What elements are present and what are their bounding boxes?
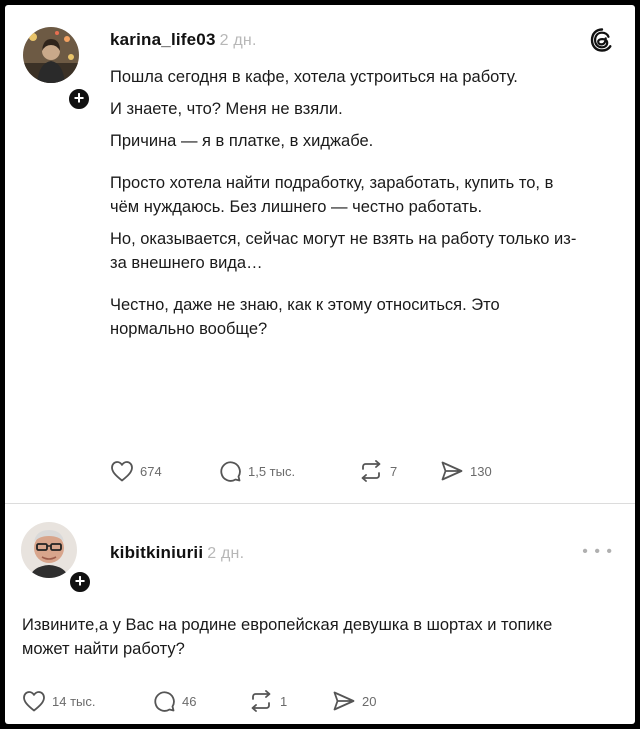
username-text[interactable]: karina_life03: [110, 30, 216, 49]
reply-paragraph: Извините,а у Вас на родине европейская д…: [22, 616, 553, 658]
heart-icon: [23, 691, 45, 712]
like-button[interactable]: 14 тыс.: [22, 690, 152, 712]
share-count: 130: [470, 463, 492, 479]
comment-icon: [220, 461, 241, 482]
comment-icon: [154, 691, 175, 712]
repost-icon: [361, 460, 381, 482]
post-paragraph: Просто хотела найти подработку, заработа…: [110, 174, 554, 216]
send-icon: [441, 461, 463, 481]
post-actions: 674 1,5 тыс. 7 130: [110, 459, 492, 483]
more-horizontal-icon[interactable]: • • •: [582, 543, 613, 561]
post-paragraph: Причина — я в платке, в хиджабе.: [110, 132, 374, 150]
repost-button[interactable]: 1: [248, 690, 332, 712]
like-count: 14 тыс.: [52, 693, 96, 709]
share-button[interactable]: 20: [332, 690, 376, 712]
username-text[interactable]: kibitkiniurii: [110, 543, 203, 562]
like-button[interactable]: 674: [110, 460, 218, 482]
repost-icon: [251, 690, 271, 712]
send-icon: [333, 691, 355, 711]
share-count: 20: [362, 693, 377, 709]
comment-count: 46: [182, 693, 197, 709]
post-username[interactable]: karina_life03 2 дн.: [110, 30, 257, 50]
thread-post: + karina_life03 2 дн. Пошла сегодня в каф…: [5, 5, 635, 503]
avatar[interactable]: [21, 522, 77, 578]
comment-button[interactable]: 1,5 тыс.: [218, 459, 358, 483]
post-paragraph: И знаете, что? Меня не взяли.: [110, 100, 343, 118]
post-paragraph: Честно, даже не знаю, как к этому относи…: [110, 296, 500, 338]
comment-button[interactable]: 46: [152, 689, 248, 713]
reply-post: + kibitkiniurii 2 дн. • • • Извините,а у …: [5, 503, 635, 724]
post-paragraph: Пошла сегодня в кафе, хотела устроиться …: [110, 68, 518, 86]
reply-username[interactable]: kibitkiniurii 2 дн.: [110, 543, 244, 563]
share-button[interactable]: 130: [440, 460, 492, 482]
post-body: Пошла сегодня в кафе, хотела устроиться …: [110, 65, 580, 341]
reply-timestamp: 2 дн.: [207, 545, 245, 562]
follow-button[interactable]: +: [68, 570, 92, 594]
threads-logo-icon[interactable]: [589, 27, 615, 53]
repost-button[interactable]: 7: [358, 460, 440, 482]
avatar[interactable]: [23, 27, 79, 83]
comment-count: 1,5 тыс.: [248, 463, 296, 479]
like-count: 674: [140, 463, 162, 479]
reply-body: Извините,а у Вас на родине европейская д…: [22, 613, 582, 661]
follow-button[interactable]: +: [67, 87, 91, 111]
post-paragraph: Но, оказывается, сейчас могут не взять н…: [110, 230, 577, 272]
repost-count: 1: [280, 693, 288, 709]
post-timestamp: 2 дн.: [219, 32, 257, 49]
threads-screenshot: + karina_life03 2 дн. Пошла сегодня в каф…: [5, 5, 635, 724]
reply-actions: 14 тыс. 46 1 20: [22, 689, 376, 713]
repost-count: 7: [390, 463, 398, 479]
heart-icon: [111, 461, 133, 482]
